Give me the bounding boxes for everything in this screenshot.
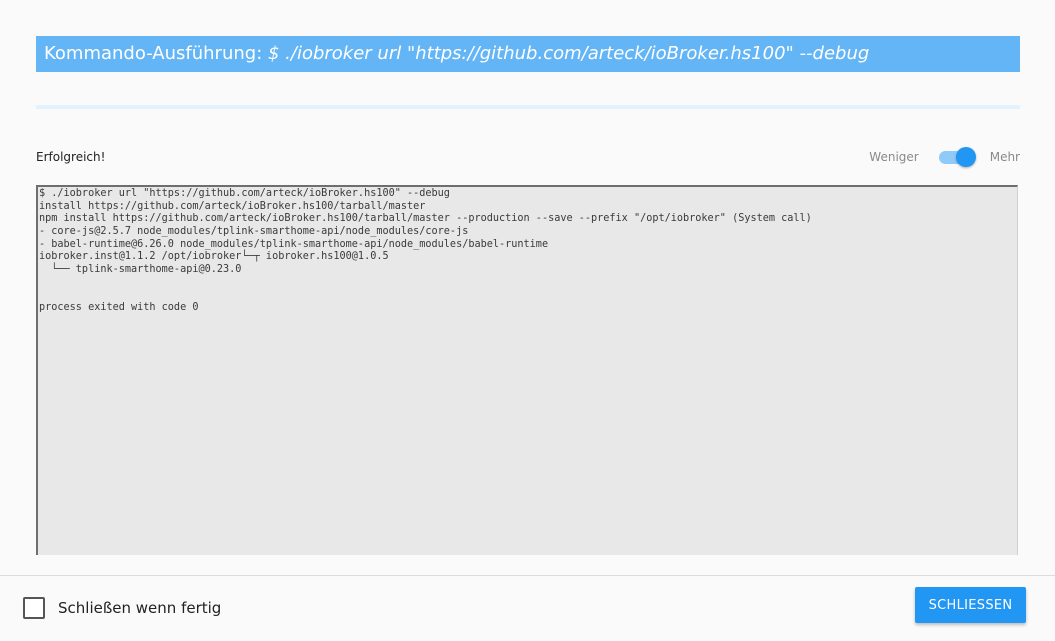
log-line: install https://github.com/arteck/ioBrok…	[39, 200, 426, 212]
toggle-thumb[interactable]	[955, 147, 976, 167]
log-line: └── tplink-smarthome-api@0.23.0	[39, 264, 242, 276]
log-line: process exited with code 0	[39, 302, 199, 314]
close-when-done-label: Schließen wenn fertig	[58, 599, 222, 617]
close-button[interactable]: SCHLIESSEN	[915, 587, 1026, 623]
log-line: npm install https://github.com/arteck/io…	[39, 213, 812, 225]
log-line: iobroker.inst@1.1.2 /opt/iobroker└─┬ iob…	[39, 251, 389, 263]
close-when-done-option[interactable]: Schließen wenn fertig	[23, 597, 221, 619]
verbosity-toggle-group: Weniger Mehr	[869, 146, 1020, 168]
dialog-title-prefix: Kommando-Ausführung:	[44, 43, 268, 64]
footer-divider	[0, 575, 1055, 576]
dialog-title-command: $ ./iobroker url "https://github.com/art…	[267, 43, 870, 64]
verbosity-toggle[interactable]	[938, 146, 976, 168]
log-line: - babel-runtime@6.26.0 node_modules/tpli…	[39, 238, 549, 250]
log-line: $ ./iobroker url "https://github.com/art…	[39, 188, 450, 199]
toggle-more-label: Mehr	[989, 150, 1020, 164]
dialog-title: Kommando-Ausführung: $ ./iobroker url "h…	[36, 36, 1020, 72]
command-dialog: Kommando-Ausführung: $ ./iobroker url "h…	[0, 0, 1055, 641]
status-text: Erfolgreich!	[36, 150, 106, 164]
close-when-done-checkbox[interactable]	[23, 597, 45, 619]
progress-bar	[36, 105, 1020, 109]
toggle-less-label: Weniger	[869, 150, 919, 164]
log-line: - core-js@2.5.7 node_modules/tplink-smar…	[39, 226, 469, 238]
progress-bar-fill	[36, 105, 1020, 109]
command-output-log[interactable]: $ ./iobroker url "https://github.com/art…	[36, 185, 1018, 555]
